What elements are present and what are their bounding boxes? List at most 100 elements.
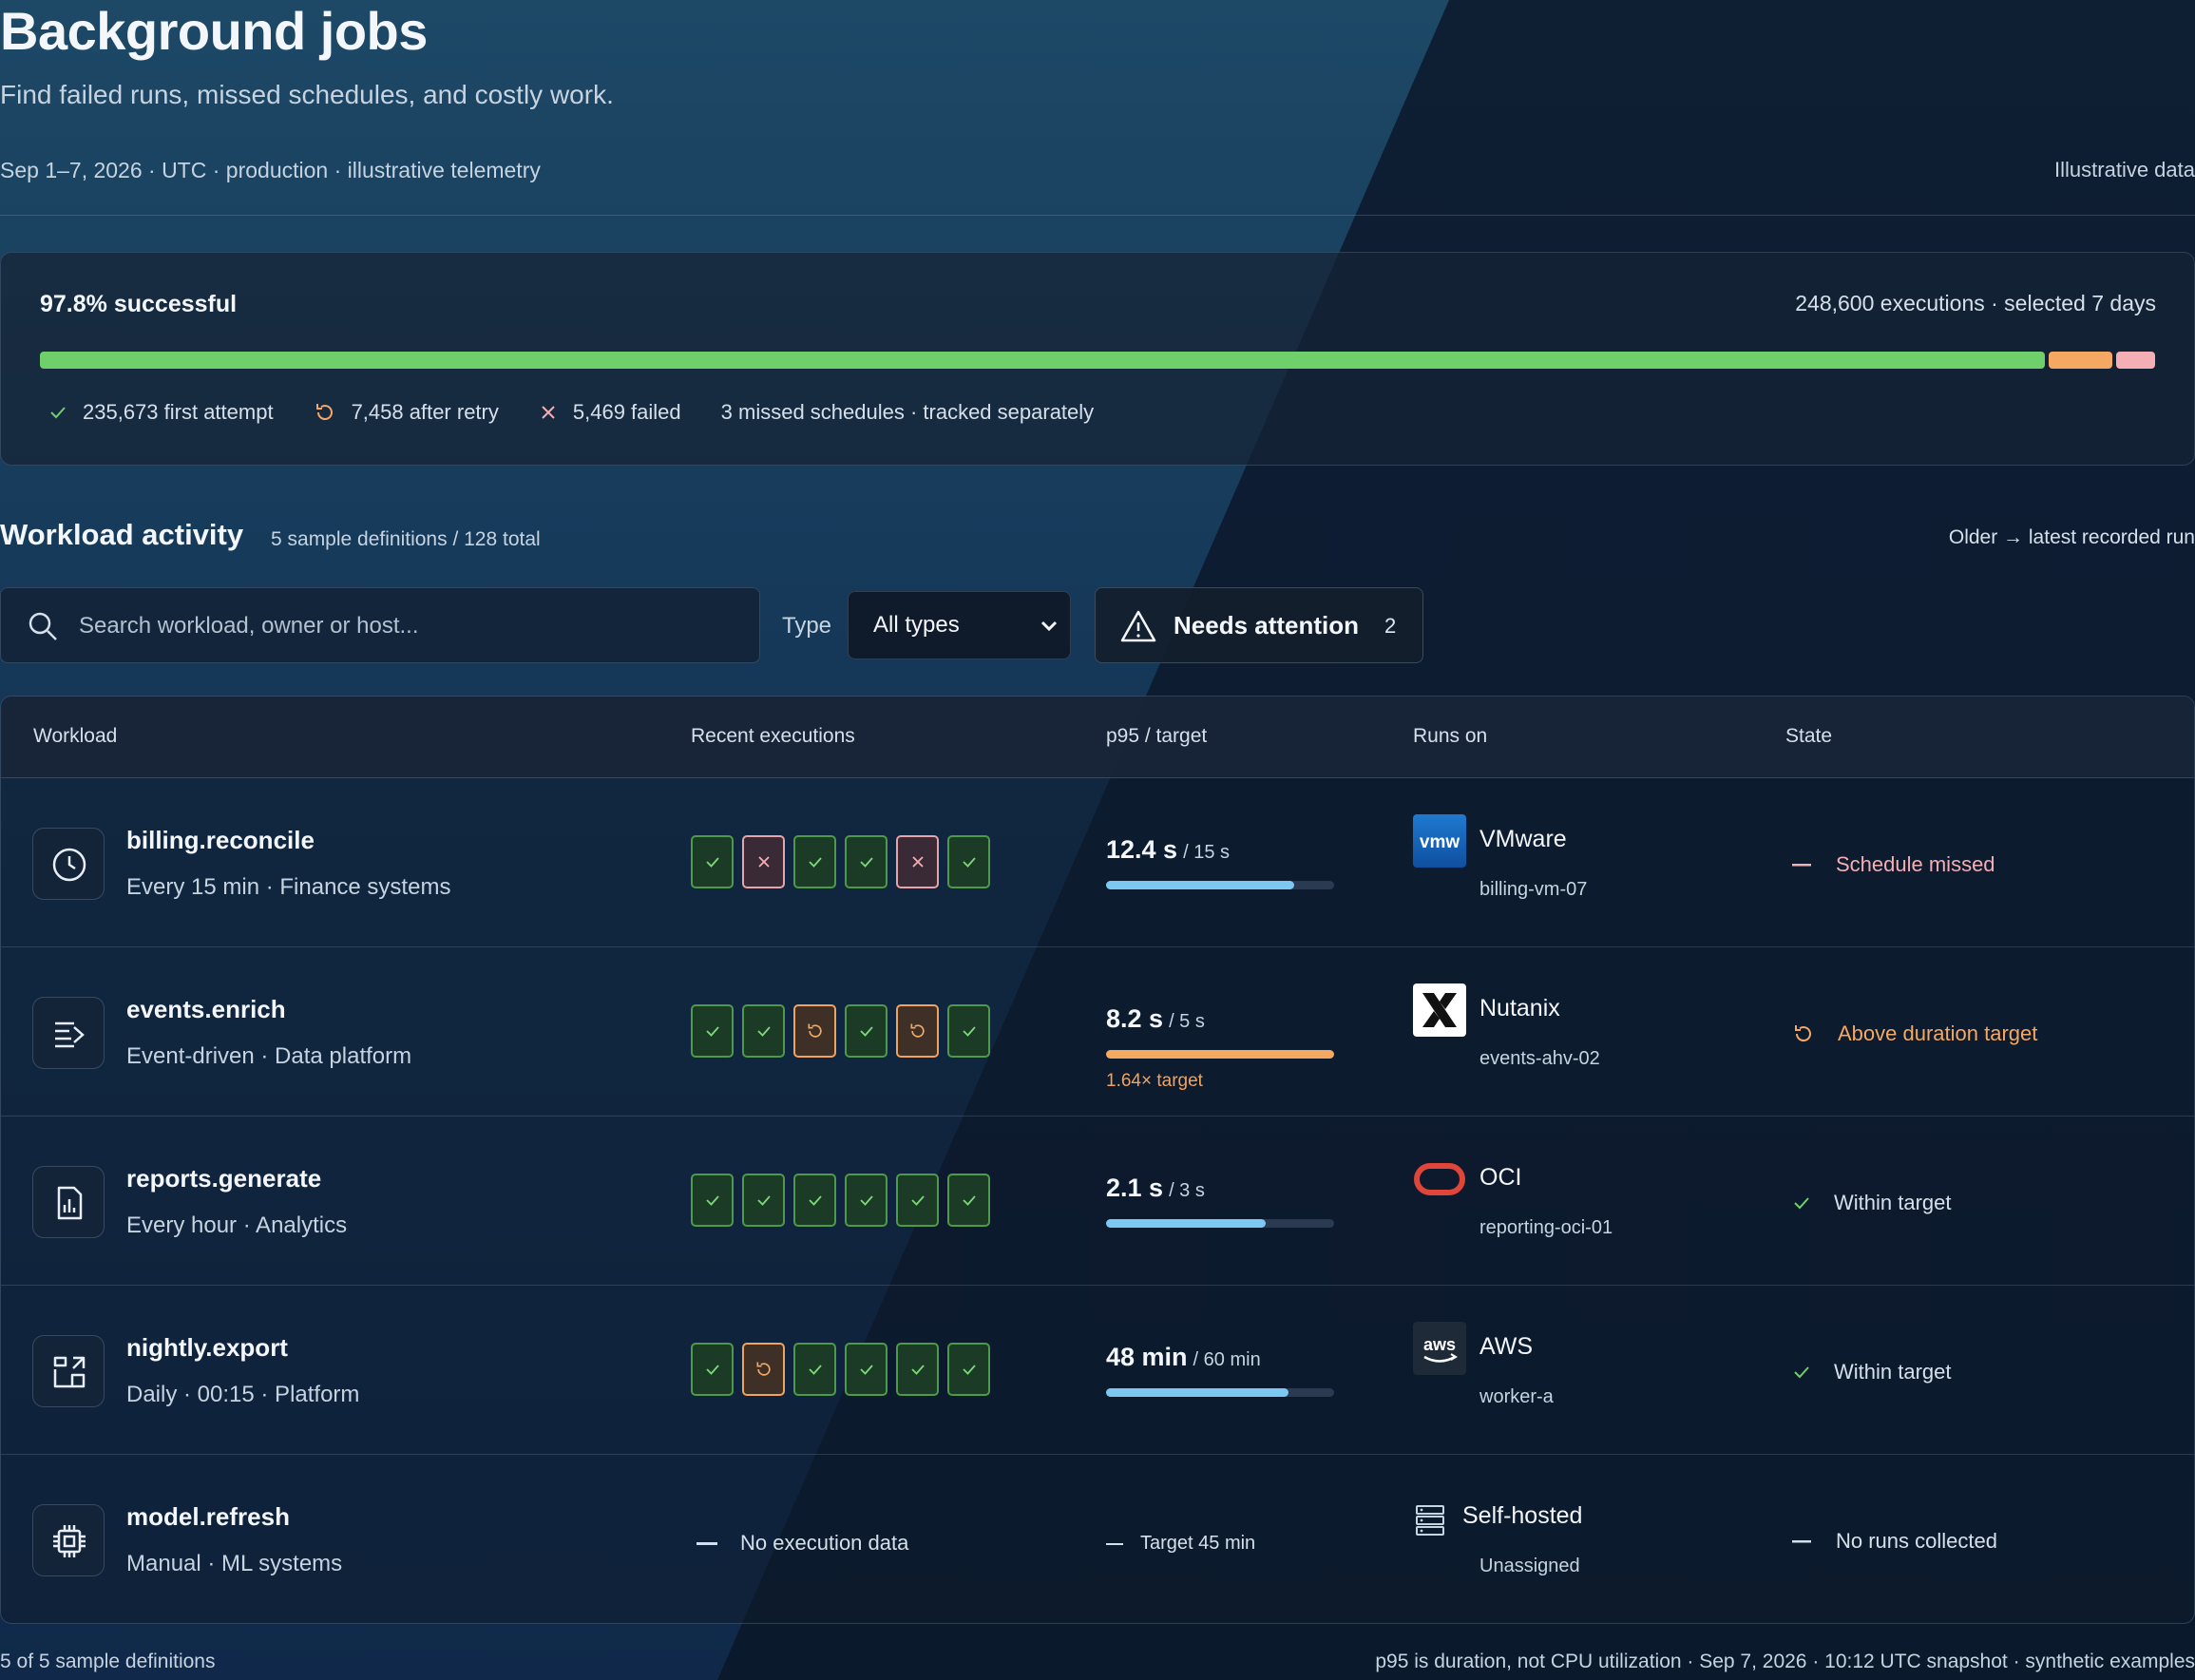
report-icon [57,1186,83,1220]
state-label: No runs collected [1836,1529,1997,1553]
p95-value: 12.4 s/ 15 s [1106,835,1230,865]
server-icon [1416,1505,1444,1536]
workload-name[interactable]: nightly.export [126,1333,288,1363]
host-provider: Self-hosted [1462,1502,1583,1529]
check-icon [50,407,66,419]
bar-first-attempt [40,352,2045,369]
execution-ok[interactable] [793,1174,836,1227]
search-input[interactable] [79,607,735,645]
execution-ok[interactable] [845,1004,888,1058]
execution-ok[interactable] [691,1174,734,1227]
execution-ok[interactable] [947,1343,990,1396]
export-icon [53,1356,86,1388]
check-icon [1794,1197,1809,1210]
x-icon [542,406,555,419]
execution-ok[interactable] [691,1343,734,1396]
aws-logo: aws [1413,1322,1466,1375]
execution-fail[interactable] [896,835,939,888]
workload-name[interactable]: events.enrich [126,995,286,1024]
warning-icon [1120,610,1156,642]
host-name: Unassigned [1479,1556,1580,1576]
needs-attention-button[interactable]: Needs attention 2 [1095,587,1423,663]
p95-number: 8.2 s [1106,1004,1164,1033]
p95-bar-fill [1106,881,1294,889]
execution-fail[interactable] [742,835,785,888]
workload-icon [32,1504,105,1576]
column-workload[interactable]: Workload [33,725,117,748]
data-notice: Illustrative data [2054,158,2195,181]
retry-icon [756,1362,771,1376]
check-icon [860,1365,873,1375]
execution-strip [691,835,999,888]
legend-first-attempt: 235,673 first attempt [48,400,274,425]
execution-retry[interactable] [742,1343,785,1396]
execution-ok[interactable] [896,1174,939,1227]
execution-ok[interactable] [691,835,734,888]
check-icon [809,1195,822,1206]
column-recent-executions[interactable]: Recent executions [691,725,855,748]
success-rate: 97.8% successful [40,291,238,317]
execution-retry[interactable] [896,1004,939,1058]
execution-ok[interactable] [947,835,990,888]
target-label: Target 45 min [1140,1533,1256,1554]
retry-icon [910,1023,925,1038]
legend-missed: 3 missed schedules · tracked separately [721,400,1095,425]
execution-ok[interactable] [793,1343,836,1396]
execution-ok[interactable] [947,1174,990,1227]
table-row[interactable]: nightly.export Daily · 00:15 · Platform … [1,1286,2194,1455]
timeline-direction-note: Older → latest recorded run [1948,526,2195,548]
execution-ok[interactable] [742,1174,785,1227]
execution-ok[interactable] [691,1004,734,1058]
check-icon [911,1365,925,1375]
execution-ok[interactable] [845,1174,888,1227]
workload-icon [32,997,105,1069]
execution-ok[interactable] [845,835,888,888]
column-state[interactable]: State [1785,725,1832,748]
section-subtitle: 5 sample definitions / 128 total [271,528,541,550]
workload-schedule: Daily · 00:15 · Platform [126,1382,360,1407]
workload-icon [32,828,105,900]
workload-icon [32,1166,105,1238]
check-icon [963,1026,976,1037]
p95-bar-track [1106,1050,1334,1059]
dash-icon [697,1541,717,1545]
type-select[interactable]: All types [848,591,1071,659]
legend-after-retry-label: 7,458 after retry [351,400,499,424]
execution-ok[interactable] [742,1004,785,1058]
p95-target: / 15 s [1183,842,1230,863]
table-row[interactable]: events.enrich Event-driven · Data platfo… [1,947,2194,1117]
svg-text:vmw: vmw [1420,832,1460,852]
execution-ok[interactable] [793,835,836,888]
search-box[interactable] [0,587,760,663]
page: Background jobs Find failed runs, missed… [0,0,2195,1680]
check-icon [706,1195,719,1206]
table-row[interactable]: reports.generate Every hour · Analytics … [1,1117,2194,1286]
scope-meta: Sep 1–7, 2026 · UTC · production · illus… [0,158,541,182]
workload-name[interactable]: reports.generate [126,1164,321,1193]
x-icon [758,856,770,868]
header-divider [0,215,2195,216]
table-row[interactable]: model.refresh Manual · ML systems No exe… [1,1455,2194,1623]
execution-ok[interactable] [845,1343,888,1396]
state-label: Above duration target [1838,1021,2038,1045]
no-execution-label: No execution data [740,1531,909,1555]
workload-name[interactable]: model.refresh [126,1502,290,1532]
state-label: Schedule missed [1836,852,1995,876]
dash-icon [1792,864,1811,867]
p95-bar-track [1106,1388,1334,1397]
legend-missed-label: 3 missed schedules · tracked separately [720,400,1095,424]
column-p95[interactable]: p95 / target [1106,725,1207,748]
workload-schedule: Every 15 min · Finance systems [126,874,451,900]
execution-ok[interactable] [896,1343,939,1396]
execution-ok[interactable] [947,1004,990,1058]
table-row[interactable]: billing.reconcile Every 15 min · Finance… [1,778,2194,947]
column-runs-on[interactable]: Runs on [1413,725,1487,748]
workload-name[interactable]: billing.reconcile [126,826,315,855]
state-badge: Within target [1792,1360,1952,1384]
host-name: events-ahv-02 [1479,1048,1600,1069]
success-summary-card: 97.8% successful 248,600 executions · se… [0,252,2195,466]
check-icon [706,1365,719,1375]
stream-icon [55,1021,85,1048]
p95-number: 2.1 s [1106,1174,1164,1202]
execution-retry[interactable] [793,1004,836,1058]
